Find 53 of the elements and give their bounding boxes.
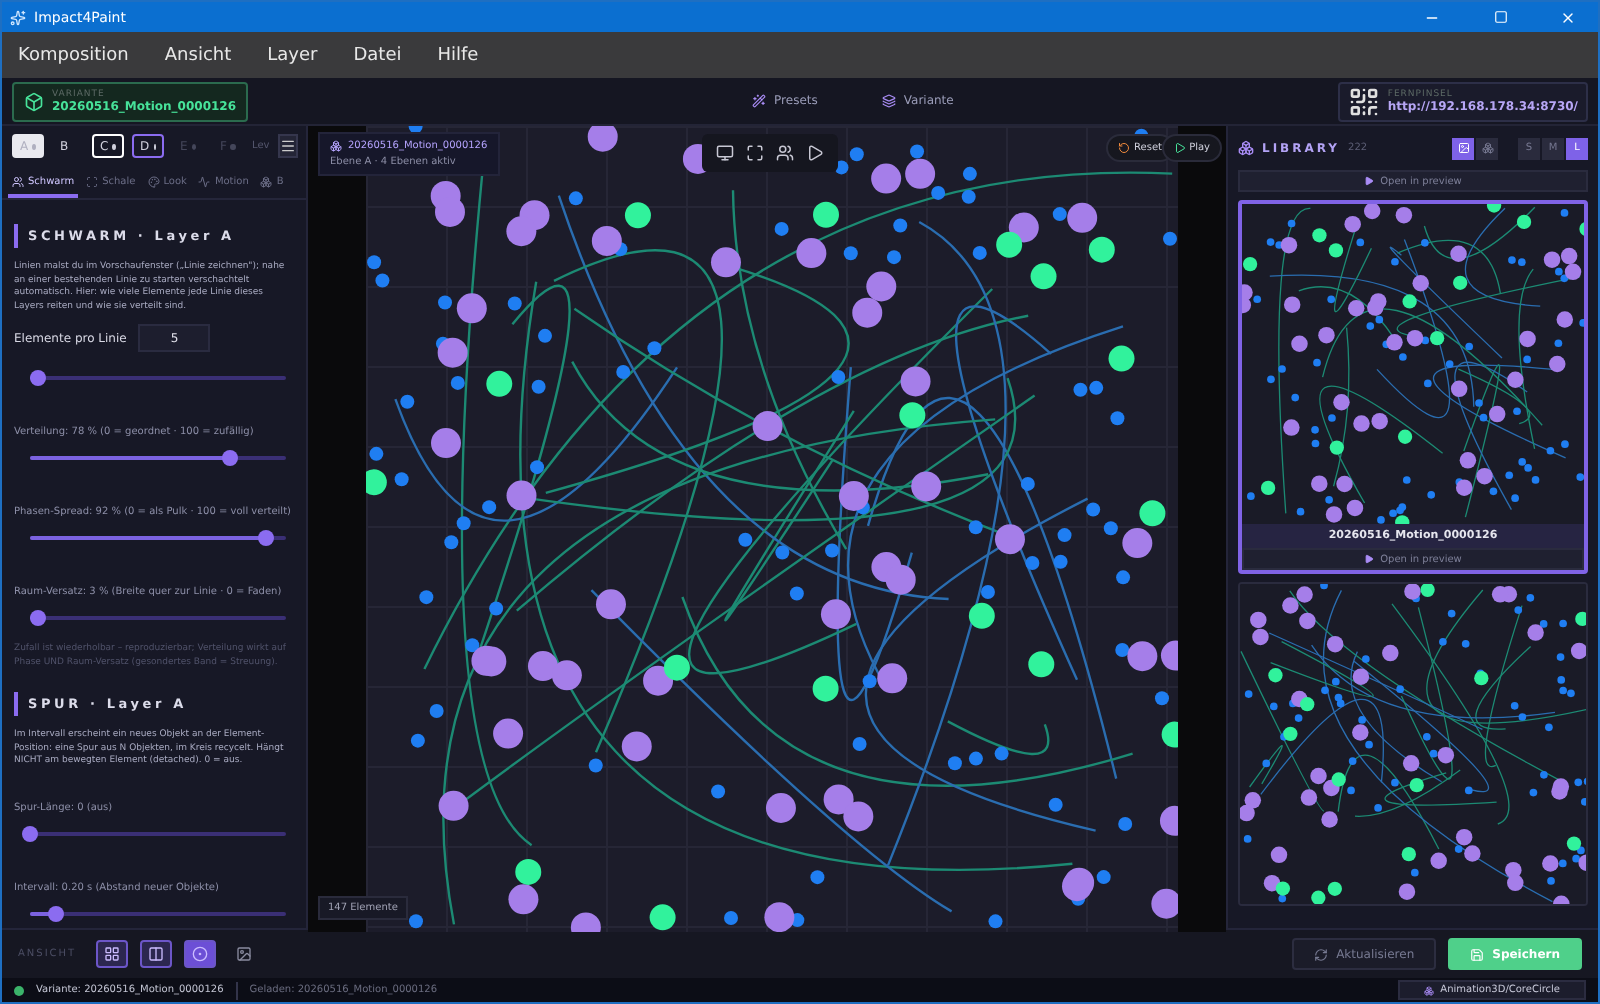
play-icon [1364,554,1375,564]
menu-item[interactable]: Ansicht [164,45,232,65]
slider-track[interactable] [30,376,286,381]
view-toggle[interactable] [1452,137,1474,159]
play-icon[interactable] [806,144,824,162]
tab-icon [198,176,211,188]
close-icon[interactable] [1560,9,1576,25]
menu-item[interactable]: Datei [353,45,402,65]
maximize-icon[interactable] [1493,10,1507,24]
view-toggle[interactable] [1476,137,1498,159]
grid-icon [104,946,121,962]
split-icon [148,946,165,962]
view-button[interactable] [140,940,173,968]
slider-thumb[interactable] [22,825,38,842]
tab-icon [147,176,160,188]
slider-thumb[interactable] [221,450,238,467]
wand-icon [752,94,767,108]
boxes-icon [1424,985,1435,995]
users-icon[interactable] [776,144,794,162]
play-icon [1173,142,1186,154]
cube-icon [24,91,44,111]
focus-icon [192,946,209,962]
library-icon [1238,140,1254,156]
boxes-icon [330,140,342,152]
menu-item[interactable]: Layer [267,45,318,65]
tab-icon [260,176,273,188]
save-icon [1470,947,1485,961]
play-icon [1364,176,1375,186]
refresh-icon [1314,947,1329,961]
tab-icon [12,176,24,188]
layers-icon [881,94,896,108]
menu-button[interactable] [277,134,298,158]
reset-icon [1118,142,1131,154]
stack-icon [1481,142,1493,154]
slider-track[interactable] [30,911,286,916]
slider-thumb[interactable] [47,905,64,922]
menu-icon [279,138,296,154]
view-button[interactable] [184,940,217,968]
monitor-icon[interactable] [716,144,734,162]
expand-icon[interactable] [746,144,764,162]
slider-thumb[interactable] [29,370,46,387]
slider-thumb[interactable] [257,530,274,547]
app-icon [10,9,26,25]
qr-code-icon [1347,85,1380,117]
slider-track[interactable] [30,616,286,621]
image-icon [236,946,253,962]
view-button[interactable] [96,940,129,968]
menu-item[interactable]: Komposition [18,45,129,65]
menu-item[interactable]: Hilfe [437,45,479,65]
slider-track[interactable] [30,456,286,461]
slider-thumb[interactable] [29,610,46,627]
status-dot [14,985,24,995]
image-icon [1457,142,1469,154]
